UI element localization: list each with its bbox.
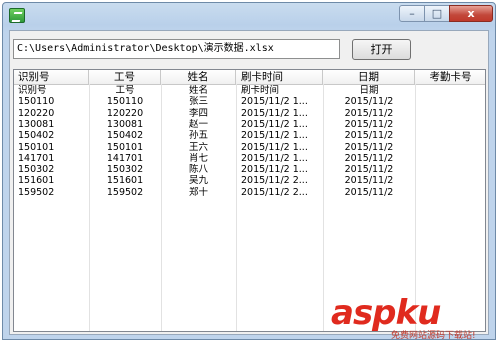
watermark-tagline: 免费网站源码下载站!: [391, 331, 476, 341]
app-icon: [9, 8, 25, 23]
table-cell: 李四: [188, 107, 208, 119]
table-row[interactable]: 150402 150402 孙五 2015/11/2 1... 2015/11/2: [14, 130, 485, 141]
table-cell: 2015/11/2: [344, 130, 394, 142]
table-row[interactable]: 120220 120220 李四 2015/11/2 1... 2015/11/2: [14, 108, 485, 119]
table-cell: 2015/11/2: [344, 164, 394, 176]
table-cell: 肖七: [188, 152, 208, 164]
table-cell: [415, 175, 485, 186]
table-cell: [415, 153, 485, 164]
table-cell: 2015/11/2: [344, 141, 394, 153]
column-header[interactable]: 日期: [323, 70, 415, 84]
table-cell: 150302: [18, 164, 55, 176]
table-cell: 2015/11/2 1...: [241, 141, 308, 153]
minimize-button[interactable]: –: [399, 5, 425, 22]
table-row[interactable]: 141701 141701 肖七 2015/11/2 1... 2015/11/2: [14, 153, 485, 164]
table-cell: 159502: [106, 186, 144, 198]
table-cell: 2015/11/2 1...: [241, 152, 308, 164]
table-cell: [415, 130, 485, 141]
table-cell: [415, 85, 485, 96]
watermark-brand: aspku: [331, 293, 441, 333]
table-cell: 2015/11/2: [344, 107, 394, 119]
table-cell: 150110: [18, 96, 55, 108]
table-cell: 120220: [106, 107, 144, 119]
table-cell: 郑十: [188, 186, 208, 198]
table-cell: [415, 108, 485, 119]
title-bar[interactable]: – □ x: [3, 3, 495, 29]
open-button[interactable]: 打开: [352, 39, 411, 60]
close-button[interactable]: x: [449, 5, 493, 22]
table-cell: 王六: [188, 141, 208, 153]
table-cell: 2015/11/2: [344, 175, 394, 187]
table-cell: 2015/11/2 2...: [241, 186, 308, 198]
client-area: C:\Users\Administrator\Desktop\演示数据.xlsx…: [9, 30, 489, 335]
table-cell: 赵一: [188, 118, 208, 130]
table-cell: 2015/11/2: [344, 152, 394, 164]
table-row[interactable]: 151601 151601 吴九 2015/11/2 2... 2015/11/2: [14, 175, 485, 186]
table-cell: 2015/11/2 1...: [241, 107, 308, 119]
table-cell: 141701: [106, 152, 144, 164]
table-cell: 130081: [18, 118, 55, 130]
table-cell: 刷卡时间: [241, 85, 280, 96]
column-header[interactable]: 考勤卡号: [415, 70, 485, 84]
table-cell: 150101: [106, 141, 144, 153]
table-cell: 2015/11/2 1...: [241, 164, 308, 176]
table-cell: 150402: [106, 130, 144, 142]
table-cell: 2015/11/2 1...: [241, 130, 308, 142]
watermark-logo: aspku 免费网站源码下载站!: [331, 293, 496, 341]
table-cell: 陈八: [188, 164, 208, 176]
maximize-button[interactable]: □: [424, 5, 450, 22]
table-cell: [415, 96, 485, 107]
table-cell: 2015/11/2 1...: [241, 118, 308, 130]
table-cell: 141701: [18, 152, 55, 164]
table-cell: 151601: [106, 175, 144, 187]
column-header[interactable]: 识别号: [14, 70, 89, 84]
table-cell: 日期: [359, 85, 379, 96]
table-cell: 吴九: [188, 175, 208, 187]
table-row[interactable]: 识别号 工号 姓名 刷卡时间 日期: [14, 85, 485, 96]
table-row[interactable]: 150302 150302 陈八 2015/11/2 1... 2015/11/2: [14, 164, 485, 175]
table-cell: [415, 187, 485, 198]
table-cell: 150101: [18, 141, 55, 153]
table-cell: 2015/11/2: [344, 186, 394, 198]
table-cell: 孙五: [188, 130, 208, 142]
table-row[interactable]: 150110 150110 张三 2015/11/2 1... 2015/11/2: [14, 96, 485, 107]
table-cell: 2015/11/2 2...: [241, 175, 308, 187]
column-header[interactable]: 工号: [89, 70, 161, 84]
table-cell: 150402: [18, 130, 55, 142]
column-header[interactable]: 姓名: [161, 70, 236, 84]
table-cell: 150302: [106, 164, 144, 176]
table-cell: 2015/11/2 1...: [241, 96, 308, 108]
table-row[interactable]: 150101 150101 王六 2015/11/2 1... 2015/11/2: [14, 142, 485, 153]
table-cell: 姓名: [188, 85, 208, 96]
file-path-input[interactable]: C:\Users\Administrator\Desktop\演示数据.xlsx: [13, 39, 340, 59]
table-cell: 工号: [115, 85, 135, 96]
table-cell: 张三: [188, 96, 208, 108]
table-cell: [415, 164, 485, 175]
table-cell: [415, 119, 485, 130]
table-row[interactable]: 130081 130081 赵一 2015/11/2 1... 2015/11/2: [14, 119, 485, 130]
table-cell: 120220: [18, 107, 55, 119]
table-cell: 151601: [18, 175, 55, 187]
column-header[interactable]: 刷卡时间: [236, 70, 323, 84]
app-window: – □ x C:\Users\Administrator\Desktop\演示数…: [2, 2, 496, 340]
table-cell: 130081: [106, 118, 144, 130]
table-cell: 2015/11/2: [344, 96, 394, 108]
table-row[interactable]: 159502 159502 郑十 2015/11/2 2... 2015/11/2: [14, 187, 485, 198]
table-cell: 2015/11/2: [344, 118, 394, 130]
table-cell: 150110: [106, 96, 144, 108]
table-cell: [415, 142, 485, 153]
table-cell: 识别号: [18, 85, 47, 96]
table-cell: 159502: [18, 186, 55, 198]
grid-header: 识别号 工号 姓名 刷卡时间 日期 考勤卡号: [14, 70, 485, 85]
